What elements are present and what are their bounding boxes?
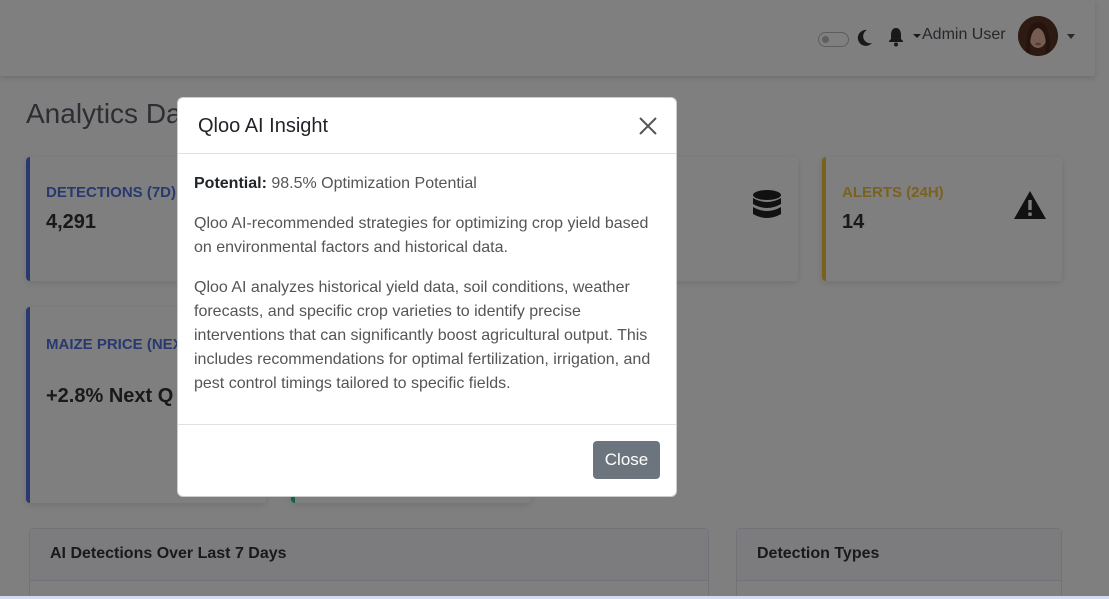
insight-summary: Qloo AI-recommended strategies for optim… [194,215,649,256]
close-button[interactable]: Close [593,441,660,479]
modal-title: Qloo AI Insight [198,115,329,137]
insight-details: Qloo AI analyzes historical yield data, … [194,279,651,392]
modal-footer: Close [178,424,676,496]
potential-label: Potential: [194,175,267,192]
potential-value: 98.5% Optimization Potential [271,175,477,192]
close-icon[interactable] [637,115,659,137]
potential-line: Potential: 98.5% Optimization Potential [194,172,660,196]
modal-body: Potential: 98.5% Optimization Potential … [178,154,676,396]
insight-modal: Qloo AI Insight Potential: 98.5% Optimiz… [177,97,677,497]
modal-header: Qloo AI Insight [178,98,676,154]
